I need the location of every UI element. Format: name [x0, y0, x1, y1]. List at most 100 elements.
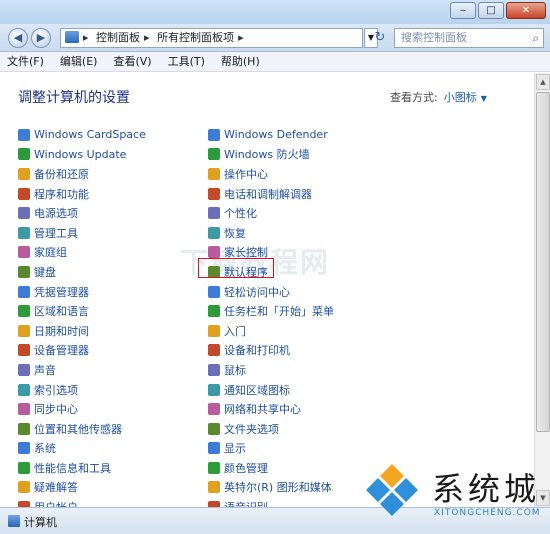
right-panel-item[interactable]: 电话和调制解调器: [208, 184, 334, 204]
control-panel-item-icon: [208, 246, 220, 259]
right-panel-item[interactable]: Windows Defender: [208, 125, 334, 145]
right-panel-item[interactable]: 通知区域图标: [208, 380, 334, 400]
menu-bar: 文件(F) 编辑(E) 查看(V) 工具(T) 帮助(H): [0, 52, 550, 72]
window-controls: ‒ □ ✕: [450, 2, 546, 19]
maximize-button[interactable]: □: [478, 2, 504, 19]
control-panel-item-icon: [18, 403, 30, 416]
right-item-column: Windows Defender Windows 防火墙 操作中心 电话和调制解调器个…: [208, 125, 334, 517]
menu-edit[interactable]: 编辑(E): [60, 52, 98, 71]
left-panel-item[interactable]: 日期和时间: [18, 321, 146, 341]
left-panel-item-label: 电源选项: [34, 207, 78, 221]
right-panel-item[interactable]: 轻松访问中心: [208, 282, 334, 302]
control-panel-item-icon: [208, 128, 220, 141]
chevron-down-icon[interactable]: ▼: [481, 94, 487, 103]
left-panel-item-label: 声音: [34, 363, 56, 377]
left-panel-item-label: 日期和时间: [34, 324, 89, 338]
left-panel-item-label: Windows Update: [34, 147, 127, 161]
left-panel-item[interactable]: 键盘: [18, 262, 146, 282]
left-panel-item[interactable]: 同步中心: [18, 399, 146, 419]
breadcrumb[interactable]: ▸ 控制面板 ▸ 所有控制面板项 ▸: [60, 28, 363, 48]
view-by-dropdown[interactable]: 小图标: [444, 91, 477, 104]
content-pane: 调整计算机的设置 查看方式: 小图标 ▼ 下载教程网 Windows CardSpa…: [0, 73, 534, 514]
right-panel-item[interactable]: 文件夹选项: [208, 419, 334, 439]
left-panel-item[interactable]: Windows Update: [18, 145, 146, 165]
left-panel-item[interactable]: 家庭组: [18, 243, 146, 263]
right-panel-item[interactable]: 操作中心: [208, 164, 334, 184]
right-panel-item[interactable]: 显示: [208, 439, 334, 459]
right-panel-item-label: Windows Defender: [224, 128, 328, 142]
right-panel-item[interactable]: 任务栏和「开始」菜单: [208, 301, 334, 321]
right-panel-item[interactable]: 入门: [208, 321, 334, 341]
left-panel-item-label: 备份和还原: [34, 167, 89, 181]
right-panel-item[interactable]: 鼠标: [208, 360, 334, 380]
right-panel-item[interactable]: Windows 防火墙: [208, 145, 334, 165]
close-button[interactable]: ✕: [506, 2, 546, 19]
left-panel-item[interactable]: 电源选项: [18, 203, 146, 223]
back-button[interactable]: ◀: [8, 28, 28, 48]
control-panel-item-icon: [18, 363, 30, 376]
minimize-button[interactable]: ‒: [450, 2, 476, 19]
view-by: 查看方式: 小图标 ▼: [390, 89, 487, 105]
menu-view[interactable]: 查看(V): [113, 52, 151, 71]
right-panel-item-label: 英特尔(R) 图形和媒体: [224, 481, 332, 495]
left-panel-item-label: 索引选项: [34, 383, 78, 397]
search-placeholder: 搜索控制面板: [401, 31, 467, 44]
left-panel-item-label: 程序和功能: [34, 187, 89, 201]
control-panel-item-icon: [18, 305, 30, 318]
control-panel-item-icon: [18, 207, 30, 220]
right-panel-item[interactable]: 个性化: [208, 203, 334, 223]
right-panel-item[interactable]: 恢复: [208, 223, 334, 243]
chevron-right-icon: ▸: [83, 31, 89, 44]
left-panel-item-label: 位置和其他传感器: [34, 422, 122, 436]
view-by-label: 查看方式:: [390, 91, 438, 104]
search-input[interactable]: 搜索控制面板 ⌕: [394, 28, 544, 48]
left-panel-item[interactable]: 疑难解答: [18, 478, 146, 498]
control-panel-item-icon: [18, 481, 30, 494]
page-title: 调整计算机的设置: [18, 90, 130, 106]
menu-file[interactable]: 文件(F): [7, 52, 44, 71]
control-panel-item-icon: [208, 324, 220, 337]
right-panel-item[interactable]: 设备和打印机: [208, 341, 334, 361]
control-panel-item-icon: [18, 461, 30, 474]
right-panel-item-label: 鼠标: [224, 363, 246, 377]
left-panel-item[interactable]: 区域和语言: [18, 301, 146, 321]
menu-help[interactable]: 帮助(H): [221, 52, 260, 71]
left-panel-item[interactable]: 索引选项: [18, 380, 146, 400]
control-panel-item-icon: [208, 461, 220, 474]
scroll-thumb[interactable]: [536, 92, 550, 432]
forward-button[interactable]: ▶: [31, 28, 51, 48]
menu-tools[interactable]: 工具(T): [168, 52, 205, 71]
left-panel-item[interactable]: 声音: [18, 360, 146, 380]
left-panel-item[interactable]: Windows CardSpace: [18, 125, 146, 145]
breadcrumb-control-panel[interactable]: 控制面板: [96, 31, 140, 44]
title-bar: ‒ □ ✕: [0, 0, 550, 24]
left-panel-item-label: 键盘: [34, 265, 56, 279]
right-panel-item[interactable]: 网络和共享中心: [208, 399, 334, 419]
left-panel-item-label: 系统: [34, 442, 56, 456]
left-panel-item[interactable]: 性能信息和工具: [18, 458, 146, 478]
right-panel-item[interactable]: 颜色管理: [208, 458, 334, 478]
scroll-up-button[interactable]: ▲: [536, 74, 550, 90]
left-panel-item[interactable]: 设备管理器: [18, 341, 146, 361]
control-panel-item-icon: [18, 265, 30, 278]
vertical-scrollbar[interactable]: ▲ ▼: [534, 73, 550, 507]
site-logo: 系统城 XITONGCHENG.COM: [360, 460, 550, 534]
right-panel-item-label: 轻松访问中心: [224, 285, 290, 299]
breadcrumb-all-items[interactable]: 所有控制面板项: [157, 31, 234, 44]
left-panel-item[interactable]: 管理工具: [18, 223, 146, 243]
left-panel-item[interactable]: 程序和功能: [18, 184, 146, 204]
left-panel-item[interactable]: 备份和还原: [18, 164, 146, 184]
right-panel-item[interactable]: 英特尔(R) 图形和媒体: [208, 478, 334, 498]
control-panel-item-icon: [18, 128, 30, 141]
left-panel-item[interactable]: 系统: [18, 439, 146, 459]
left-panel-item-label: 同步中心: [34, 403, 78, 417]
control-panel-item-icon: [208, 226, 220, 239]
highlight-box: [198, 258, 274, 278]
left-panel-item-label: 区域和语言: [34, 305, 89, 319]
right-panel-item-label: 网络和共享中心: [224, 403, 301, 417]
left-panel-item[interactable]: 凭据管理器: [18, 282, 146, 302]
right-panel-item-label: 任务栏和「开始」菜单: [224, 305, 334, 319]
left-item-column: Windows CardSpace Windows Update 备份和还原程序和功…: [18, 125, 146, 517]
left-panel-item[interactable]: 位置和其他传感器: [18, 419, 146, 439]
refresh-icon[interactable]: ↻: [370, 28, 390, 48]
